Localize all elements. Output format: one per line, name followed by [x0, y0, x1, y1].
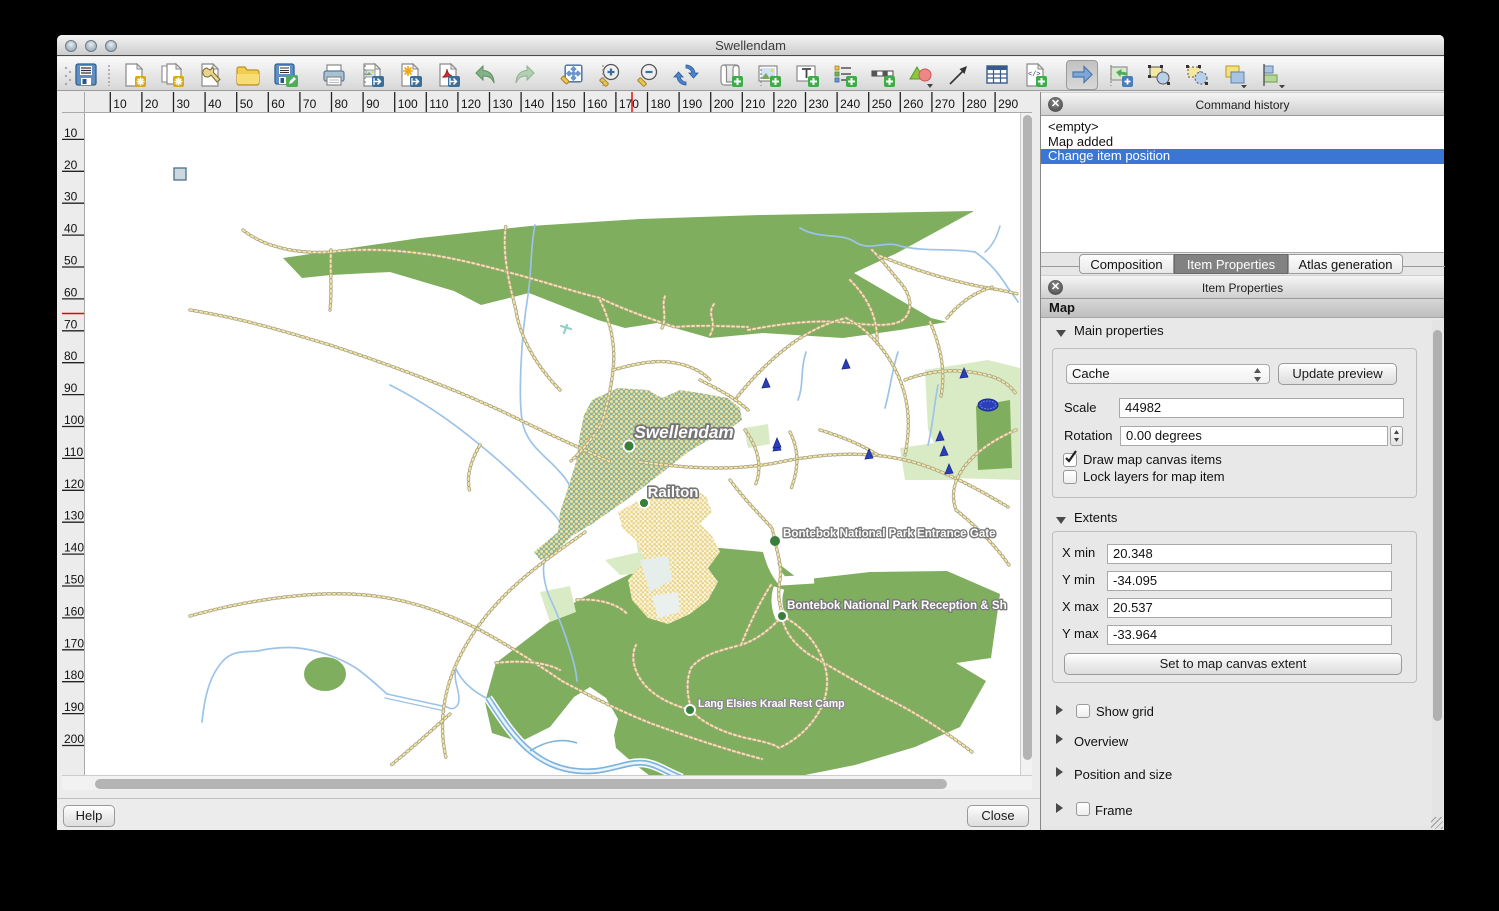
svg-text:180: 180 [64, 668, 84, 682]
svg-text:90: 90 [366, 97, 380, 111]
svg-text:120: 120 [64, 477, 84, 491]
svg-text:150: 150 [556, 97, 576, 111]
svg-text:Railton: Railton [648, 484, 699, 501]
svg-text:140: 140 [524, 97, 544, 111]
svg-text:Bontebok National Park Entranc: Bontebok National Park Entrance Gate [783, 527, 996, 540]
svg-text:50: 50 [240, 97, 254, 111]
svg-text:100: 100 [64, 413, 84, 427]
svg-text:60: 60 [271, 97, 285, 111]
svg-text:130: 130 [493, 97, 513, 111]
svg-text:50: 50 [64, 254, 78, 268]
svg-text:280: 280 [967, 97, 987, 111]
svg-text:80: 80 [64, 349, 78, 363]
svg-text:20: 20 [64, 158, 78, 172]
svg-text:60: 60 [64, 285, 78, 299]
svg-text:100: 100 [398, 97, 418, 111]
svg-text:10: 10 [113, 97, 127, 111]
svg-text:160: 160 [587, 97, 607, 111]
svg-text:110: 110 [429, 97, 448, 111]
svg-text:20: 20 [145, 97, 159, 111]
svg-text:140: 140 [64, 541, 84, 555]
svg-text:260: 260 [903, 97, 923, 111]
svg-text:220: 220 [777, 97, 797, 111]
svg-text:250: 250 [872, 97, 892, 111]
svg-text:Lang Elsies Kraal Rest Camp: Lang Elsies Kraal Rest Camp [698, 698, 845, 710]
svg-text:Bontebok National Park Recepti: Bontebok National Park Reception & Sh [787, 599, 1007, 612]
svg-text:70: 70 [64, 317, 78, 331]
svg-text:200: 200 [64, 732, 84, 746]
svg-text:40: 40 [64, 222, 78, 236]
svg-text:230: 230 [809, 97, 829, 111]
svg-text:Swellendam: Swellendam [634, 422, 733, 442]
svg-text:270: 270 [935, 97, 955, 111]
svg-text:180: 180 [651, 97, 671, 111]
svg-text:80: 80 [335, 97, 349, 111]
svg-text:160: 160 [64, 604, 84, 618]
svg-text:170: 170 [64, 636, 84, 650]
svg-text:30: 30 [177, 97, 191, 111]
svg-text:10: 10 [64, 126, 78, 140]
svg-text:170: 170 [619, 97, 639, 111]
svg-text:30: 30 [64, 190, 78, 204]
svg-text:150: 150 [64, 573, 84, 587]
svg-text:120: 120 [461, 97, 481, 111]
svg-text:40: 40 [208, 97, 222, 111]
svg-text:200: 200 [714, 97, 734, 111]
svg-text:130: 130 [64, 509, 84, 523]
svg-text:210: 210 [745, 97, 765, 111]
svg-text:70: 70 [303, 97, 317, 111]
svg-text:110: 110 [64, 445, 83, 459]
svg-text:190: 190 [64, 700, 84, 714]
svg-text:90: 90 [64, 381, 78, 395]
svg-text:240: 240 [840, 97, 860, 111]
svg-text:190: 190 [682, 97, 702, 111]
svg-text:290: 290 [998, 97, 1018, 111]
